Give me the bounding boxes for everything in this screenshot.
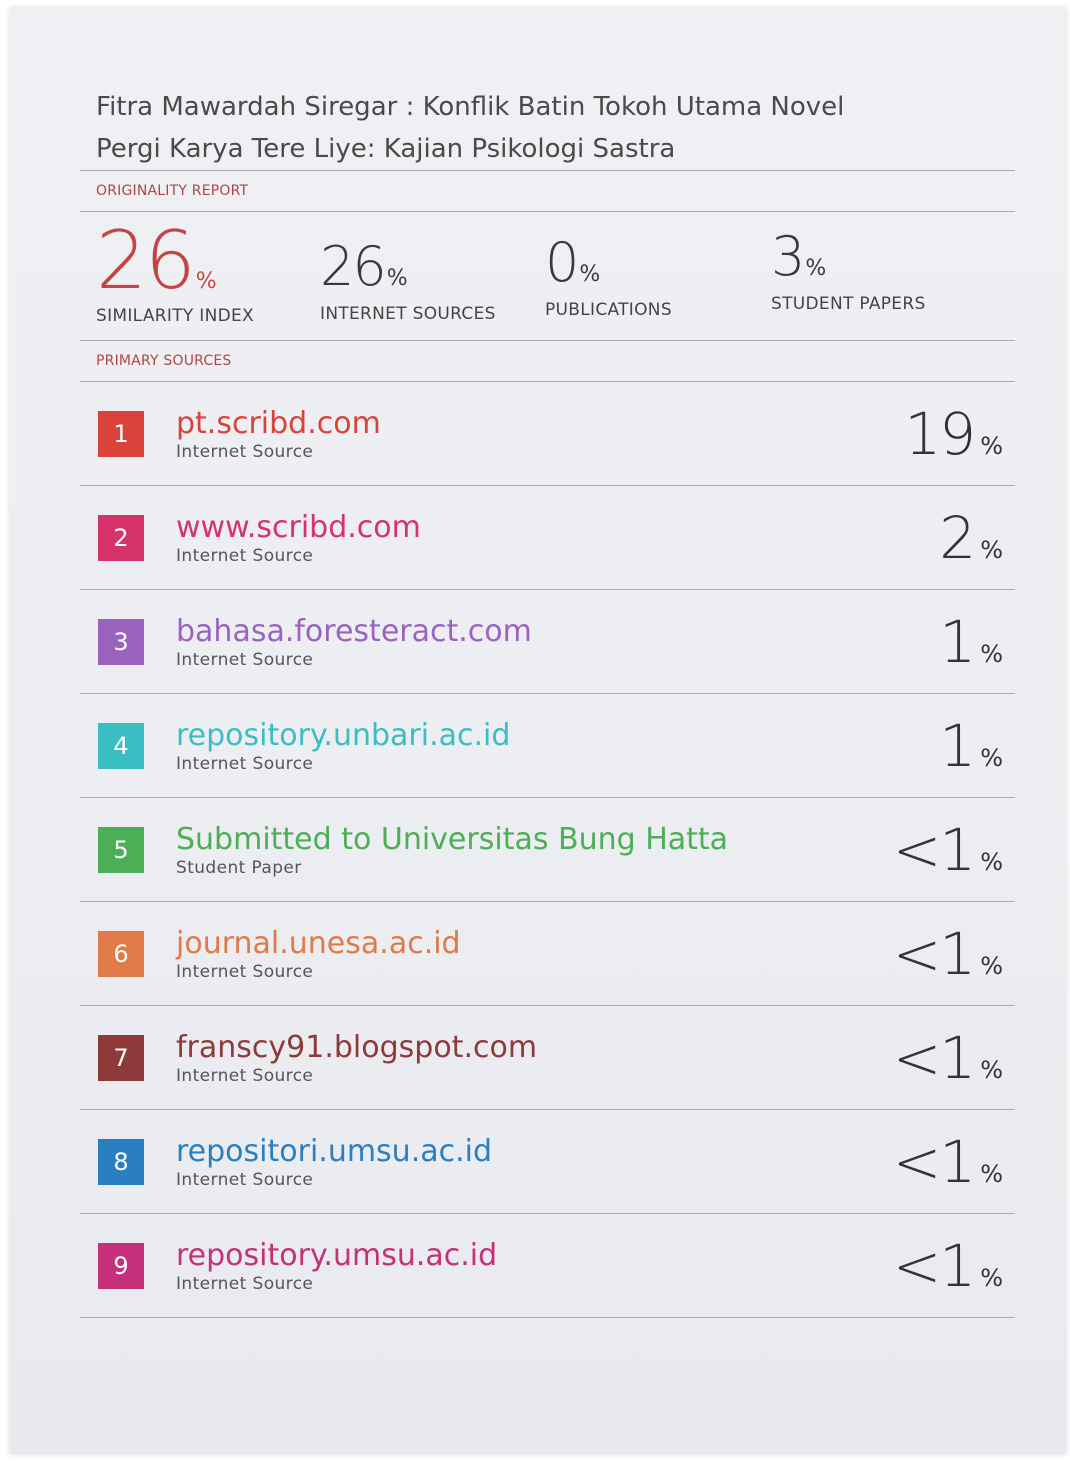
stat-similarity-index: 26 % SIMILARITY INDEX — [96, 214, 320, 327]
source-row: 2 www.scribd.com Internet Source 2% — [80, 486, 1015, 590]
stat-internet-sources: 26 % INTERNET SOURCES — [320, 220, 545, 324]
source-type: Internet Source — [176, 1273, 314, 1294]
source-percent-unit: % — [980, 951, 1003, 980]
source-percent-value: 2 — [939, 503, 976, 572]
stat-value: 26 — [96, 214, 196, 307]
source-percentage: <1% — [893, 924, 1015, 984]
source-name: bahasa.foresteract.com — [176, 613, 532, 649]
originality-report-label: ORIGINALITY REPORT — [96, 183, 249, 199]
source-percent-value: 19 — [904, 399, 976, 468]
source-info: pt.scribd.com Internet Source — [176, 406, 904, 462]
source-name: journal.unesa.ac.id — [176, 925, 461, 961]
report-page: Fitra Mawardah Siregar : Konflik Batin T… — [10, 8, 1066, 1454]
source-rank-badge: 1 — [98, 410, 144, 457]
source-percentage: 1% — [939, 716, 1015, 776]
source-percent-unit: % — [980, 431, 1003, 460]
source-info: repository.umsu.ac.id Internet Source — [176, 1238, 893, 1294]
stat-value: 26 — [320, 235, 387, 298]
title-line-1: Fitra Mawardah Siregar : Konflik Batin T… — [96, 92, 845, 122]
source-rank-badge: 9 — [98, 1242, 144, 1289]
source-percentage: <1% — [893, 820, 1015, 880]
source-percent-value: <1 — [892, 1023, 976, 1092]
source-info: journal.unesa.ac.id Internet Source — [176, 926, 893, 982]
source-name: repository.umsu.ac.id — [176, 1237, 498, 1273]
source-rank-badge: 5 — [98, 826, 144, 873]
source-row: 6 journal.unesa.ac.id Internet Source <1% — [80, 902, 1015, 1006]
source-type: Internet Source — [176, 753, 314, 774]
source-percent-value: <1 — [892, 1127, 976, 1196]
primary-sources-label: PRIMARY SOURCES — [96, 353, 232, 369]
source-row: 7 franscy91.blogspot.com Internet Source <1… — [80, 1006, 1015, 1110]
source-info: Submitted to Universitas Bung Hatta Stude… — [176, 822, 893, 878]
stat-unit: % — [805, 256, 827, 281]
source-name: pt.scribd.com — [176, 405, 381, 441]
source-percentage: 1% — [939, 612, 1015, 672]
source-type: Internet Source — [176, 961, 314, 982]
source-percentage: 19% — [904, 404, 1015, 464]
source-name: repositori.umsu.ac.id — [176, 1133, 493, 1169]
source-row: 8 repositori.umsu.ac.id Internet Source <1% — [80, 1110, 1015, 1214]
source-percent-unit: % — [980, 847, 1003, 876]
primary-sources-list: 1 pt.scribd.com Internet Source 19% 2 www.scr… — [80, 382, 1015, 1318]
source-type: Internet Source — [176, 545, 314, 566]
source-rank-badge: 2 — [98, 514, 144, 561]
source-row: 1 pt.scribd.com Internet Source 19% — [80, 382, 1015, 486]
source-row: 5 Submitted to Universitas Bung Hatta Stud… — [80, 798, 1015, 902]
source-rank-badge: 7 — [98, 1034, 144, 1081]
source-percent-value: <1 — [892, 1231, 976, 1300]
source-name: franscy91.blogspot.com — [176, 1029, 538, 1065]
stat-label: SIMILARITY INDEX — [96, 306, 254, 326]
source-info: bahasa.foresteract.com Internet Source — [176, 614, 939, 670]
source-percent-unit: % — [980, 1263, 1003, 1292]
source-percentage: <1% — [893, 1028, 1015, 1088]
stats-row: 26 % SIMILARITY INDEX 26 % INTERNET SOUR… — [80, 212, 1015, 340]
stat-unit: % — [386, 266, 408, 291]
source-percent-unit: % — [980, 1055, 1003, 1084]
source-percent-unit: % — [980, 535, 1003, 564]
source-info: franscy91.blogspot.com Internet Source — [176, 1030, 893, 1086]
source-percent-value: 1 — [939, 607, 976, 676]
source-percent-unit: % — [980, 639, 1003, 668]
source-percent-value: <1 — [892, 919, 976, 988]
source-percentage: <1% — [893, 1236, 1015, 1296]
source-type: Internet Source — [176, 441, 314, 462]
stat-label: INTERNET SOURCES — [320, 304, 496, 324]
stat-label: PUBLICATIONS — [545, 300, 672, 320]
source-type: Internet Source — [176, 649, 314, 670]
source-info: repository.unbari.ac.id Internet Source — [176, 718, 939, 774]
source-percentage: 2% — [939, 508, 1015, 568]
source-percentage: <1% — [893, 1132, 1015, 1192]
source-info: www.scribd.com Internet Source — [176, 510, 939, 566]
source-row: 9 repository.umsu.ac.id Internet Source <1% — [80, 1214, 1015, 1318]
source-percent-unit: % — [980, 1159, 1003, 1188]
stat-unit: % — [579, 262, 601, 287]
source-rank-badge: 3 — [98, 618, 144, 665]
source-percent-value: <1 — [892, 815, 976, 884]
stat-unit: % — [195, 269, 217, 294]
report-title: Fitra Mawardah Siregar : Konflik Batin T… — [80, 86, 1015, 170]
source-row: 3 bahasa.foresteract.com Internet Source 1% — [80, 590, 1015, 694]
source-rank-badge: 6 — [98, 930, 144, 977]
stat-value: 0 — [545, 231, 579, 294]
stat-label: STUDENT PAPERS — [771, 294, 926, 314]
source-percent-unit: % — [980, 743, 1003, 772]
source-type: Internet Source — [176, 1169, 314, 1190]
source-row: 4 repository.unbari.ac.id Internet Source 1… — [80, 694, 1015, 798]
source-name: repository.unbari.ac.id — [176, 717, 511, 753]
source-percent-value: 1 — [939, 711, 976, 780]
stat-student-papers: 3 % STUDENT PAPERS — [771, 220, 926, 314]
source-rank-badge: 8 — [98, 1138, 144, 1185]
stat-value: 3 — [771, 225, 805, 288]
source-name: Submitted to Universitas Bung Hatta — [176, 821, 729, 857]
source-type: Student Paper — [176, 857, 302, 878]
source-info: repositori.umsu.ac.id Internet Source — [176, 1134, 893, 1190]
source-rank-badge: 4 — [98, 722, 144, 769]
source-name: www.scribd.com — [176, 509, 421, 545]
report-content: Fitra Mawardah Siregar : Konflik Batin T… — [80, 86, 1015, 1318]
title-line-2: Pergi Karya Tere Liye: Kajian Psikologi … — [96, 134, 676, 164]
stat-publications: 0 % PUBLICATIONS — [545, 220, 771, 320]
source-type: Internet Source — [176, 1065, 314, 1086]
